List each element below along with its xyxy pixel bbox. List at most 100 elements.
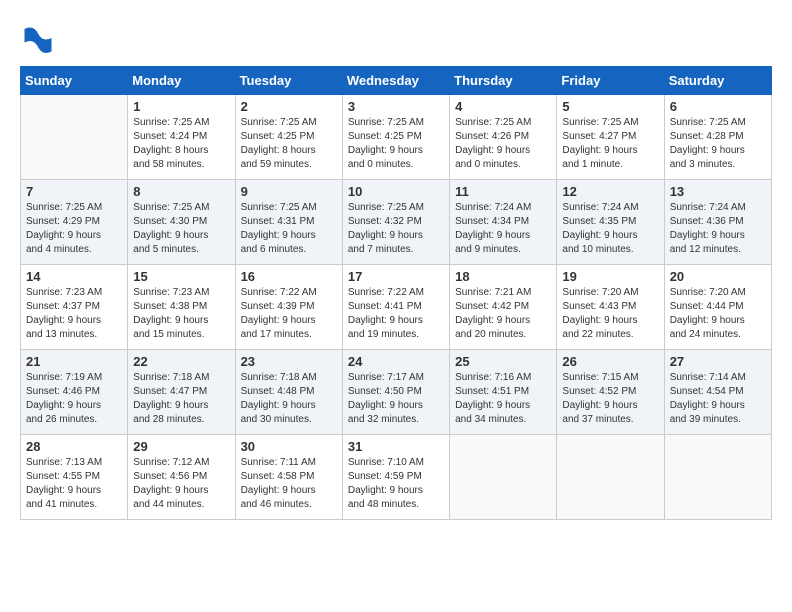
day-number: 1 xyxy=(133,99,229,114)
day-info: Sunrise: 7:25 AM Sunset: 4:25 PM Dayligh… xyxy=(348,116,444,172)
calendar-cell: 7 Sunrise: 7:25 AM Sunset: 4:29 PM Daylig… xyxy=(21,180,128,265)
day-info: Sunrise: 7:24 AM Sunset: 4:36 PM Dayligh… xyxy=(670,201,766,257)
day-number: 9 xyxy=(241,184,337,199)
calendar-cell: 28Sunrise: 7:13 AM Sunset: 4:55 PM Dayli… xyxy=(21,435,128,520)
day-number: 31 xyxy=(348,439,444,454)
day-info: Sunrise: 7:10 AM Sunset: 4:59 PM Dayligh… xyxy=(348,456,444,512)
calendar-cell: 14 Sunrise: 7:23 AM Sunset: 4:37 PM Dayli… xyxy=(21,265,128,350)
page: SundayMondayTuesdayWednesdayThursdayFrid… xyxy=(0,0,792,612)
day-info: Sunrise: 7:25 AM Sunset: 4:30 PM Dayligh… xyxy=(133,201,229,257)
calendar-cell: 31 Sunrise: 7:10 AM Sunset: 4:59 PM Dayli… xyxy=(342,435,449,520)
day-info: Sunrise: 7:18 AM Sunset: 4:47 PM Dayligh… xyxy=(133,371,229,427)
day-number: 27 xyxy=(670,354,766,369)
day-number: 4 xyxy=(455,99,551,114)
calendar-cell: 3 Sunrise: 7:25 AM Sunset: 4:25 PM Daylig… xyxy=(342,95,449,180)
day-info: Sunrise: 7:23 AM Sunset: 4:37 PM Dayligh… xyxy=(26,286,122,342)
day-number: 25 xyxy=(455,354,551,369)
calendar-cell: 30 Sunrise: 7:11 AM Sunset: 4:58 PM Dayli… xyxy=(235,435,342,520)
day-info: Sunrise: 7:24 AM Sunset: 4:35 PM Dayligh… xyxy=(562,201,658,257)
calendar-cell: 19 Sunrise: 7:20 AM Sunset: 4:43 PM Dayli… xyxy=(557,265,664,350)
calendar-cell xyxy=(664,435,771,520)
day-info: Sunrise: 7:15 AM Sunset: 4:52 PM Dayligh… xyxy=(562,371,658,427)
day-header-thursday: Thursday xyxy=(450,67,557,95)
day-number: 22 xyxy=(133,354,229,369)
day-info: Sunrise: 7:18 AM Sunset: 4:48 PM Dayligh… xyxy=(241,371,337,427)
calendar-cell: 21 Sunrise: 7:19 AM Sunset: 4:46 PM Dayli… xyxy=(21,350,128,435)
calendar-cell: 11 Sunrise: 7:24 AM Sunset: 4:34 PM Dayli… xyxy=(450,180,557,265)
day-number: 8 xyxy=(133,184,229,199)
day-info: Sunrise: 7:14 AM Sunset: 4:54 PM Dayligh… xyxy=(670,371,766,427)
calendar-cell: 15 Sunrise: 7:23 AM Sunset: 4:38 PM Dayli… xyxy=(128,265,235,350)
day-number: 10 xyxy=(348,184,444,199)
calendar-cell: 22 Sunrise: 7:18 AM Sunset: 4:47 PM Dayli… xyxy=(128,350,235,435)
day-number: 7 xyxy=(26,184,122,199)
calendar-cell: 2 Sunrise: 7:25 AM Sunset: 4:25 PM Daylig… xyxy=(235,95,342,180)
calendar-cell: 6 Sunrise: 7:25 AM Sunset: 4:28 PM Daylig… xyxy=(664,95,771,180)
calendar-cell: 9 Sunrise: 7:25 AM Sunset: 4:31 PM Daylig… xyxy=(235,180,342,265)
calendar-cell: 10Sunrise: 7:25 AM Sunset: 4:32 PM Dayli… xyxy=(342,180,449,265)
day-info: Sunrise: 7:17 AM Sunset: 4:50 PM Dayligh… xyxy=(348,371,444,427)
week-row-4: 21 Sunrise: 7:19 AM Sunset: 4:46 PM Dayli… xyxy=(21,350,772,435)
day-header-saturday: Saturday xyxy=(664,67,771,95)
day-info: Sunrise: 7:23 AM Sunset: 4:38 PM Dayligh… xyxy=(133,286,229,342)
day-info: Sunrise: 7:12 AM Sunset: 4:56 PM Dayligh… xyxy=(133,456,229,512)
day-info: Sunrise: 7:20 AM Sunset: 4:44 PM Dayligh… xyxy=(670,286,766,342)
day-header-friday: Friday xyxy=(557,67,664,95)
calendar-cell: 4 Sunrise: 7:25 AM Sunset: 4:26 PM Daylig… xyxy=(450,95,557,180)
day-number: 3 xyxy=(348,99,444,114)
day-number: 24 xyxy=(348,354,444,369)
day-number: 2 xyxy=(241,99,337,114)
day-number: 17 xyxy=(348,269,444,284)
calendar-cell xyxy=(557,435,664,520)
day-headers-row: SundayMondayTuesdayWednesdayThursdayFrid… xyxy=(21,67,772,95)
day-info: Sunrise: 7:25 AM Sunset: 4:31 PM Dayligh… xyxy=(241,201,337,257)
day-info: Sunrise: 7:16 AM Sunset: 4:51 PM Dayligh… xyxy=(455,371,551,427)
day-number: 29 xyxy=(133,439,229,454)
day-number: 11 xyxy=(455,184,551,199)
day-number: 23 xyxy=(241,354,337,369)
calendar-cell: 20 Sunrise: 7:20 AM Sunset: 4:44 PM Dayli… xyxy=(664,265,771,350)
day-number: 19 xyxy=(562,269,658,284)
calendar-cell: 24 Sunrise: 7:17 AM Sunset: 4:50 PM Dayli… xyxy=(342,350,449,435)
day-number: 5 xyxy=(562,99,658,114)
day-info: Sunrise: 7:19 AM Sunset: 4:46 PM Dayligh… xyxy=(26,371,122,427)
calendar-cell: 12Sunrise: 7:24 AM Sunset: 4:35 PM Dayli… xyxy=(557,180,664,265)
day-header-monday: Monday xyxy=(128,67,235,95)
week-row-5: 28Sunrise: 7:13 AM Sunset: 4:55 PM Dayli… xyxy=(21,435,772,520)
day-info: Sunrise: 7:11 AM Sunset: 4:58 PM Dayligh… xyxy=(241,456,337,512)
calendar-cell: 1Sunrise: 7:25 AM Sunset: 4:24 PM Daylig… xyxy=(128,95,235,180)
week-row-1: 1Sunrise: 7:25 AM Sunset: 4:24 PM Daylig… xyxy=(21,95,772,180)
calendar-cell: 13Sunrise: 7:24 AM Sunset: 4:36 PM Dayli… xyxy=(664,180,771,265)
day-number: 14 xyxy=(26,269,122,284)
day-info: Sunrise: 7:21 AM Sunset: 4:42 PM Dayligh… xyxy=(455,286,551,342)
day-info: Sunrise: 7:22 AM Sunset: 4:39 PM Dayligh… xyxy=(241,286,337,342)
day-header-wednesday: Wednesday xyxy=(342,67,449,95)
calendar: SundayMondayTuesdayWednesdayThursdayFrid… xyxy=(20,66,772,520)
calendar-cell: 29 Sunrise: 7:12 AM Sunset: 4:56 PM Dayli… xyxy=(128,435,235,520)
logo xyxy=(20,20,60,56)
day-info: Sunrise: 7:20 AM Sunset: 4:43 PM Dayligh… xyxy=(562,286,658,342)
calendar-cell: 16Sunrise: 7:22 AM Sunset: 4:39 PM Dayli… xyxy=(235,265,342,350)
day-info: Sunrise: 7:25 AM Sunset: 4:27 PM Dayligh… xyxy=(562,116,658,172)
header xyxy=(20,20,772,56)
week-row-2: 7 Sunrise: 7:25 AM Sunset: 4:29 PM Daylig… xyxy=(21,180,772,265)
day-number: 6 xyxy=(670,99,766,114)
day-info: Sunrise: 7:25 AM Sunset: 4:26 PM Dayligh… xyxy=(455,116,551,172)
day-number: 30 xyxy=(241,439,337,454)
week-row-3: 14 Sunrise: 7:23 AM Sunset: 4:37 PM Dayli… xyxy=(21,265,772,350)
calendar-cell: 18Sunrise: 7:21 AM Sunset: 4:42 PM Dayli… xyxy=(450,265,557,350)
day-info: Sunrise: 7:24 AM Sunset: 4:34 PM Dayligh… xyxy=(455,201,551,257)
calendar-cell xyxy=(450,435,557,520)
calendar-cell: 25 Sunrise: 7:16 AM Sunset: 4:51 PM Dayli… xyxy=(450,350,557,435)
day-number: 20 xyxy=(670,269,766,284)
day-info: Sunrise: 7:25 AM Sunset: 4:25 PM Dayligh… xyxy=(241,116,337,172)
calendar-cell: 17Sunrise: 7:22 AM Sunset: 4:41 PM Dayli… xyxy=(342,265,449,350)
day-info: Sunrise: 7:25 AM Sunset: 4:28 PM Dayligh… xyxy=(670,116,766,172)
day-number: 21 xyxy=(26,354,122,369)
day-header-sunday: Sunday xyxy=(21,67,128,95)
day-header-tuesday: Tuesday xyxy=(235,67,342,95)
calendar-cell: 23 Sunrise: 7:18 AM Sunset: 4:48 PM Dayli… xyxy=(235,350,342,435)
day-number: 15 xyxy=(133,269,229,284)
calendar-cell: 26Sunrise: 7:15 AM Sunset: 4:52 PM Dayli… xyxy=(557,350,664,435)
day-info: Sunrise: 7:25 AM Sunset: 4:29 PM Dayligh… xyxy=(26,201,122,257)
